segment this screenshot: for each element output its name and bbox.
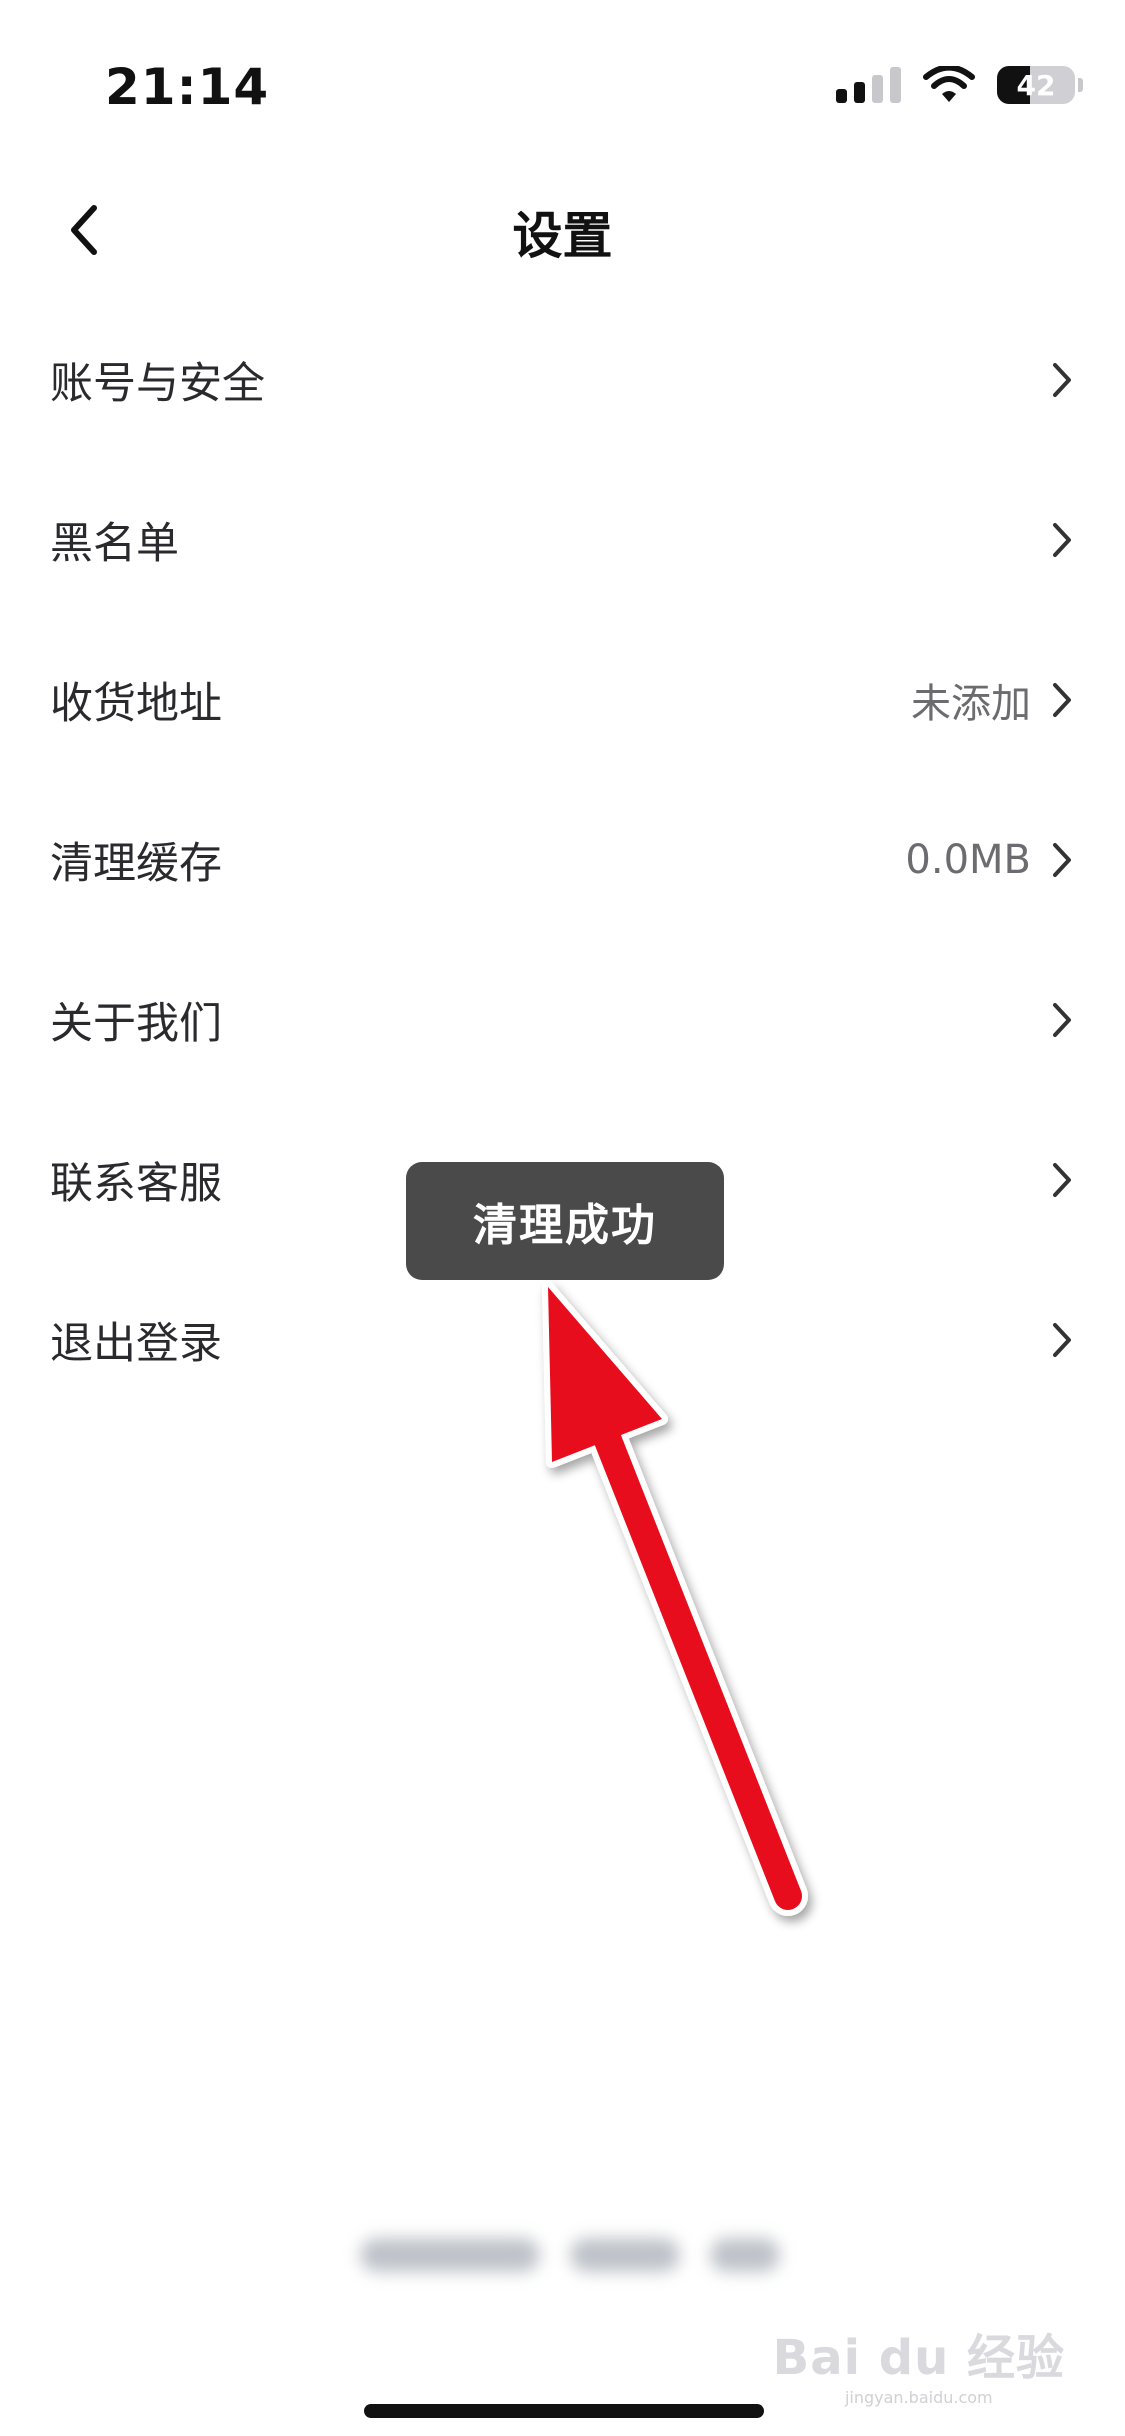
- settings-item-shipping-address[interactable]: 收货地址 未添加: [0, 620, 1125, 780]
- settings-item-logout[interactable]: 退出登录: [0, 1260, 1125, 1420]
- home-indicator[interactable]: [364, 2404, 764, 2418]
- settings-item-label: 关于我们: [50, 999, 222, 1049]
- chevron-right-icon: [1047, 840, 1077, 880]
- battery-icon: 42: [997, 66, 1083, 104]
- status-icons: 42: [836, 66, 1083, 104]
- status-time: 21:14: [105, 58, 270, 116]
- blurred-footer: [360, 2230, 780, 2280]
- settings-item-label: 黑名单: [50, 519, 179, 569]
- signal-icon: [836, 67, 901, 103]
- chevron-right-icon: [1047, 1320, 1077, 1360]
- chevron-right-icon: [1047, 680, 1077, 720]
- settings-item-about-us[interactable]: 关于我们: [0, 940, 1125, 1100]
- chevron-right-icon: [1047, 520, 1077, 560]
- settings-item-value: 0.0MB: [905, 837, 1031, 883]
- chevron-right-icon: [1047, 360, 1077, 400]
- settings-item-label: 收货地址: [50, 679, 222, 729]
- settings-item-value: 未添加: [911, 681, 1031, 727]
- watermark-brand: Bai du 经验: [772, 2330, 1065, 2386]
- settings-item-label: 退出登录: [50, 1319, 222, 1369]
- status-bar: 21:14 42: [0, 0, 1125, 170]
- wifi-icon: [923, 66, 975, 102]
- settings-item-account-security[interactable]: 账号与安全: [0, 300, 1125, 460]
- settings-item-clear-cache[interactable]: 清理缓存 0.0MB: [0, 780, 1125, 940]
- settings-item-label: 清理缓存: [50, 839, 222, 889]
- settings-item-label: 账号与安全: [50, 359, 265, 409]
- page-title: 设置: [512, 207, 613, 265]
- toast-message: 清理成功: [406, 1162, 724, 1280]
- chevron-right-icon: [1047, 1000, 1077, 1040]
- battery-level: 42: [1016, 68, 1056, 102]
- nav-bar: 设置: [0, 170, 1125, 290]
- chevron-right-icon: [1047, 1160, 1077, 1200]
- settings-item-blacklist[interactable]: 黑名单: [0, 460, 1125, 620]
- watermark-url: jingyan.baidu.com: [844, 2388, 993, 2407]
- watermark-logo: Bai du 经验 jingyan.baidu.com: [773, 2318, 1065, 2407]
